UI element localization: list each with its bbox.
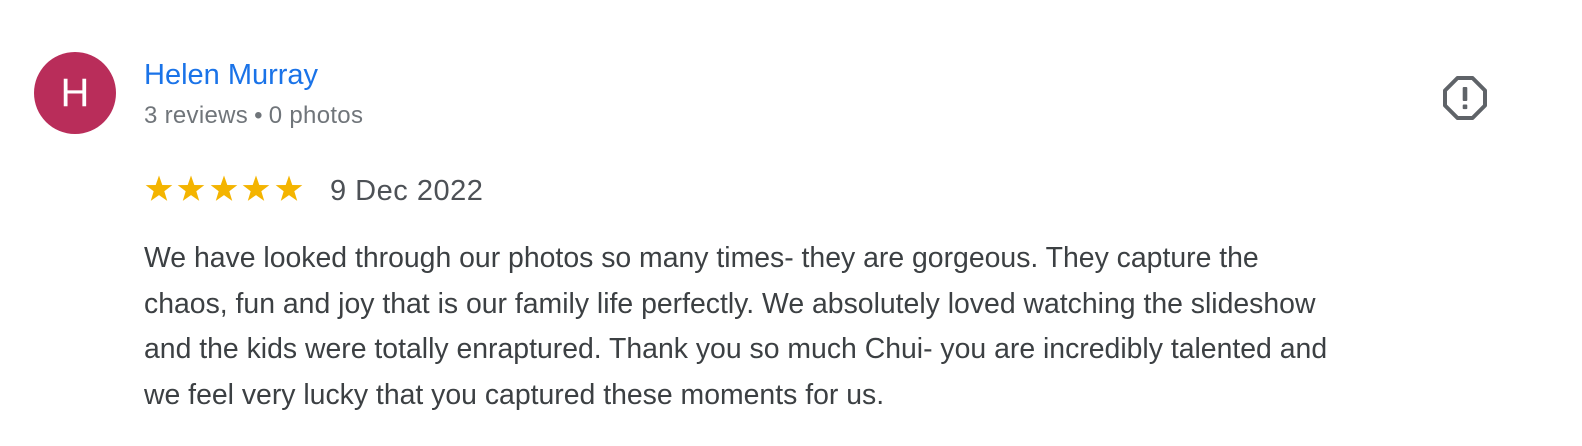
review-text-line: and the kids were totally enraptured. Th… (144, 333, 1328, 365)
star-icon (242, 175, 270, 201)
star-icon (178, 175, 205, 201)
review-date: 9 Dec 2022 (330, 175, 484, 207)
reviews-count: 3 reviews (144, 102, 249, 129)
review-text-line: chaos, fun and joy that is our family li… (144, 287, 1316, 320)
review-text-line: we feel very lucky that you captured the… (144, 378, 885, 411)
review-text: We have looked through our photos so man… (144, 236, 1544, 418)
avatar[interactable]: H (34, 52, 116, 134)
report-flag-icon (1443, 76, 1487, 120)
star-icon (210, 175, 238, 201)
photos-count: 0 photos (268, 102, 364, 129)
reviewer-meta: 3 reviews • 0 photos (144, 101, 363, 131)
meta-separator: • (254, 102, 263, 129)
rating-stars (144, 172, 306, 206)
star-icon (275, 175, 302, 201)
star-icon (145, 175, 173, 201)
report-review-button[interactable] (1440, 75, 1490, 121)
reviewer-name-link[interactable]: Helen Murray (144, 57, 318, 93)
review-card: H Helen Murray 3 reviews • 0 photos 9 Dec … (0, 0, 1582, 446)
review-text-line: We have looked through our photos so man… (144, 242, 1259, 274)
